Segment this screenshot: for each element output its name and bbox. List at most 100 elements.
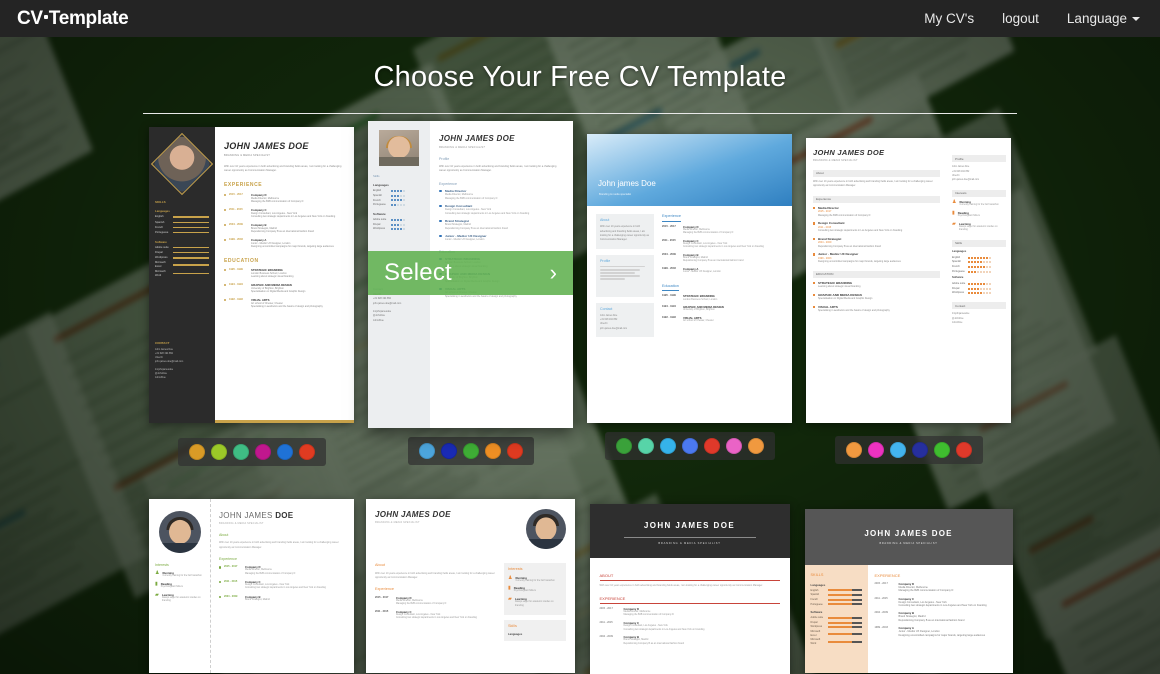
template-card-4[interactable]: JOHN JAMES DOE BRANDING & MEDIA SPECIALI…: [799, 127, 1018, 466]
t1-avatar: [150, 132, 214, 196]
template-thumbnail-5[interactable]: Interests ♟ Running Currently training for…: [149, 499, 354, 673]
t6-interests-panel: Interests ♟ Running Currently training for…: [504, 563, 566, 616]
swatch-4-1[interactable]: [867, 442, 884, 458]
swatch-3-3[interactable]: [681, 438, 698, 454]
swatch-3-6[interactable]: [747, 438, 764, 454]
t6-right-column: Interests ♟ Running Currently training for…: [504, 563, 566, 646]
t2-software-label: Software: [373, 211, 386, 216]
swatch-2-0[interactable]: [418, 443, 435, 459]
swatch-1-3[interactable]: [254, 444, 271, 460]
swatch-3-1[interactable]: [637, 438, 654, 454]
t8-exp-0: 2015 - 2017 Company D Media Director, Melb…: [874, 581, 954, 593]
t1-sw-3: Microsoft Excel: [155, 261, 166, 268]
template-grid: SKILLS Languages English Spanish French …: [142, 121, 1018, 674]
t7-banner: JOHN JAMES DOE BRANDING & MEDIA SPECIALI…: [589, 504, 790, 559]
swatch-3-2[interactable]: [659, 438, 676, 454]
t7-subtitle: BRANDING & MEDIA SPECIALIST: [658, 542, 721, 546]
swatch-1-0[interactable]: [188, 444, 205, 460]
swatch-4-0[interactable]: [845, 442, 862, 458]
template-thumbnail-1[interactable]: SKILLS Languages English Spanish French …: [149, 127, 354, 423]
graduation-icon: ▰: [952, 220, 956, 227]
nav-item-language-label: Language: [1066, 11, 1127, 26]
swatch-2-2[interactable]: [462, 443, 479, 459]
t6-interest-2: ▰ Learning Always eager for academic studi…: [508, 596, 554, 607]
swatch-2-3[interactable]: [484, 443, 501, 459]
template-card-8[interactable]: JOHN JAMES DOE BRANDING & MEDIA SPECIALI…: [799, 499, 1018, 674]
t7-experience-heading: EXPERIENCE: [599, 596, 780, 604]
template-card-1[interactable]: SKILLS Languages English Spanish French …: [142, 127, 361, 466]
template-card-6[interactable]: JOHN JAMES DOE BRANDING & MEDIA SPECIALI…: [361, 499, 580, 674]
t3-edu-1: 1994 - 1994 GRAPHIC AND MEDIA DESIGN Unive…: [662, 305, 724, 312]
swatch-1-1[interactable]: [210, 444, 227, 460]
template-thumbnail-8[interactable]: JOHN JAMES DOE BRANDING & MEDIA SPECIALI…: [804, 509, 1013, 673]
t6-interests-heading: Interests: [508, 567, 523, 571]
t4-experience-heading: Experience: [813, 195, 940, 203]
t5-interest-2: ▰ Learning Always eager for academic studi…: [155, 591, 201, 603]
swatch-1-4[interactable]: [276, 444, 293, 460]
t6-skills-panel: Skills Languages: [504, 620, 566, 641]
t6-experience-heading: Experience: [375, 587, 394, 592]
t1-exp-2: 2004 - 2009 Company B Brand Strategist, Ma…: [224, 223, 345, 234]
template-card-7[interactable]: JOHN JAMES DOE BRANDING & MEDIA SPECIALI…: [580, 499, 799, 674]
t1-exp-3: 1999 - 2003 Company A Junior - Medior UX D…: [224, 238, 345, 249]
t1-software-label: Software: [155, 239, 167, 244]
running-icon: ♟: [155, 570, 160, 577]
t1-sw-2: Wordpress: [155, 255, 168, 259]
nav-item-my-cvs[interactable]: My CV's: [924, 11, 974, 26]
t5-experience-heading: Experience: [219, 557, 237, 562]
t2-skills-heading: Skills: [373, 174, 380, 178]
template-thumbnail-6[interactable]: JOHN JAMES DOE BRANDING & MEDIA SPECIALI…: [366, 499, 575, 673]
swatch-3-4[interactable]: [703, 438, 720, 454]
t6-header: JOHN JAMES DOE BRANDING & MEDIA SPECIALI…: [375, 509, 566, 549]
t1-lang-1: Spanish: [155, 220, 165, 224]
template-thumbnail-3[interactable]: John james Doe Branding & media speciali…: [587, 134, 792, 423]
t8-banner: JOHN JAMES DOE BRANDING & MEDIA SPECIALI…: [804, 509, 1013, 565]
brand-cv-text: CV: [17, 7, 43, 29]
t1-education-heading: EDUCATION: [224, 257, 259, 264]
brand-template-text: Template: [48, 7, 129, 29]
t1-subtitle: BRANDING & MEDIA SPECIALIST: [224, 154, 271, 158]
t5-exp-2: 2004 - 2009 Company B Brand Strategist, Ma…: [219, 595, 346, 602]
t4-exp-3: Junior - Medior UX Designer 1999 - 2003 De…: [813, 252, 940, 263]
t4-interest-0: ♟ Running Currently training for the half …: [952, 199, 999, 207]
t4-edu-2: VISUAL ARTS Specialising in aesthetics an…: [813, 305, 940, 313]
template-thumbnail-4[interactable]: JOHN JAMES DOE BRANDING & MEDIA SPECIALI…: [806, 138, 1011, 423]
template-thumbnail-2[interactable]: Skills Languages English Spanish French …: [368, 121, 573, 428]
swatch-4-5[interactable]: [955, 442, 972, 458]
swatch-1-5[interactable]: [298, 444, 315, 460]
select-button-overlay[interactable]: Select ›: [368, 251, 573, 295]
swatch-3-0[interactable]: [615, 438, 632, 454]
template-thumbnail-7[interactable]: JOHN JAMES DOE BRANDING & MEDIA SPECIALI…: [589, 504, 790, 674]
t6-left-column: About With over 10 years experience in b…: [375, 563, 495, 620]
t4-exp-2: Brand Strategist 2004 - 2009 Repositioning…: [813, 237, 940, 248]
select-button-label: Select: [384, 259, 452, 286]
template-card-5[interactable]: Interests ♟ Running Currently training for…: [142, 499, 361, 674]
t8-exp-3: 1999 - 2003 Company A Junior - Medior UX D…: [874, 626, 986, 637]
graduation-icon: ▰: [155, 591, 159, 598]
swatch-2-1[interactable]: [440, 443, 457, 459]
swatch-2-4[interactable]: [506, 443, 523, 459]
t6-interest-1: ▮ Reading Psychological thrillers: [508, 585, 536, 593]
t3-exp-2: 2004 - 2009 Company B Brand Strategist, Ma…: [662, 252, 744, 263]
t3-about-heading: About: [600, 218, 610, 222]
swatch-4-4[interactable]: [933, 442, 950, 458]
book-icon: ▮: [155, 581, 158, 588]
template-card-3[interactable]: John james Doe Branding & media speciali…: [580, 127, 799, 466]
swatch-4-3[interactable]: [911, 442, 928, 458]
t3-subtitle: Branding & media specialist: [599, 193, 632, 197]
running-icon: ♟: [508, 574, 513, 581]
t3-profile-box: Profile: [596, 254, 654, 297]
swatch-3-5[interactable]: [725, 438, 742, 454]
brand-logo[interactable]: CV Template: [17, 7, 129, 30]
nav-item-language[interactable]: Language: [1067, 11, 1140, 26]
t6-columns: About With over 10 years experience in b…: [375, 563, 566, 646]
t1-exp-0: 2015 - 2017 Company D Media Director, Melb…: [224, 193, 345, 204]
t3-left-column: About With over 10 years experience in b…: [596, 214, 654, 343]
t1-social-2: JohnJDoe: [155, 376, 166, 380]
template-card-2[interactable]: Skills Languages English Spanish French …: [361, 121, 580, 466]
nav-item-logout[interactable]: logout: [1002, 11, 1039, 26]
swatch-4-2[interactable]: [889, 442, 906, 458]
book-icon: ▮: [508, 585, 511, 592]
swatch-1-2[interactable]: [232, 444, 249, 460]
t1-edu-2: 1992 - 1993 VISUAL ARTS Art school of Ches…: [224, 298, 345, 309]
